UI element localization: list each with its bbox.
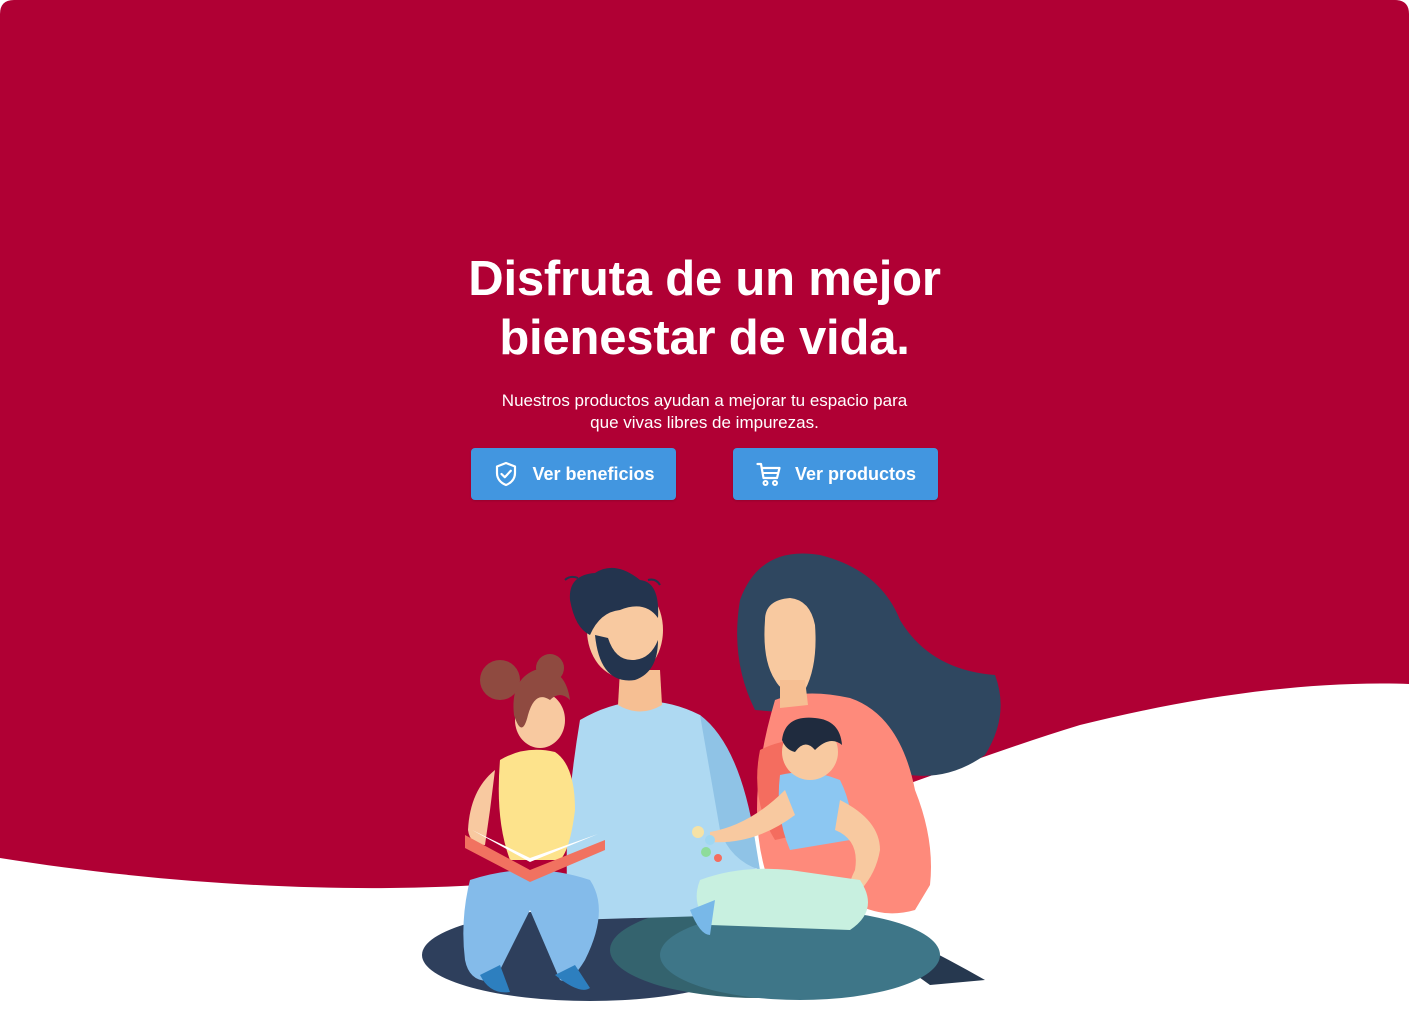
view-products-button[interactable]: Ver productos bbox=[733, 448, 938, 500]
view-products-label: Ver productos bbox=[794, 463, 917, 484]
hero-section: Disfruta de un mejor bienestar de vida. … bbox=[0, 250, 1409, 434]
view-benefits-label: Ver beneficios bbox=[532, 463, 655, 484]
cta-button-group: Ver beneficios Ver productos bbox=[471, 448, 938, 500]
shield-check-icon bbox=[492, 460, 520, 488]
view-benefits-button[interactable]: Ver beneficios bbox=[471, 448, 676, 500]
hero-title: Disfruta de un mejor bienestar de vida. bbox=[468, 252, 941, 365]
shopping-cart-icon bbox=[755, 460, 783, 488]
family-reading-illustration bbox=[422, 553, 1001, 1001]
hero-subtitle: Nuestros productos ayudan a mejorar tu e… bbox=[501, 391, 908, 432]
